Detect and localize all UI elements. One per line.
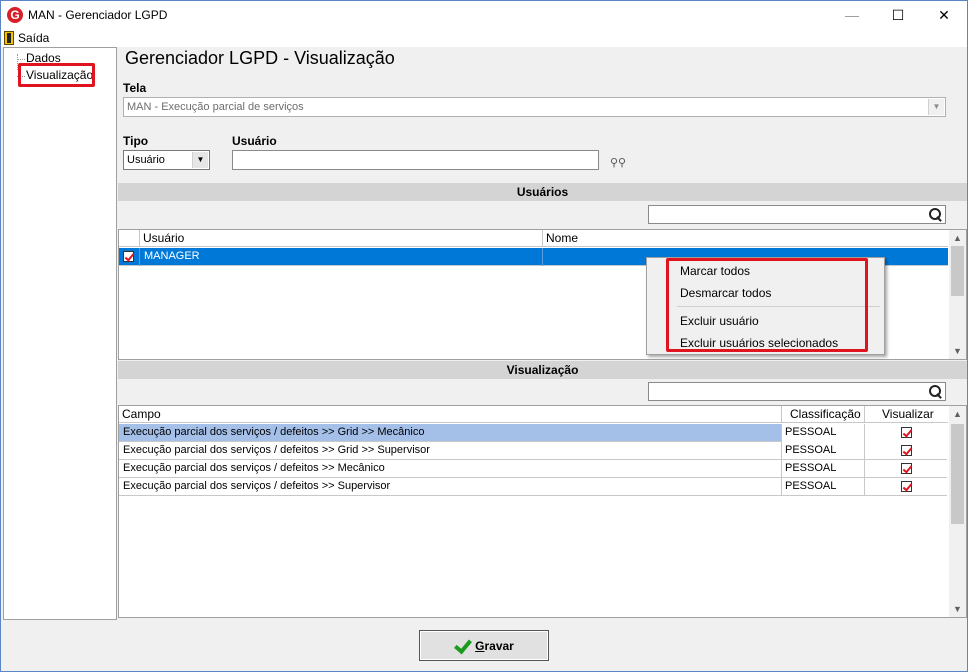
tree-connector — [17, 59, 25, 60]
tipo-label: Tipo — [123, 134, 149, 148]
checkbox-checked-icon[interactable] — [901, 463, 912, 474]
minimize-button[interactable]: — — [829, 1, 875, 29]
exit-door-icon — [4, 31, 14, 45]
tipo-select[interactable]: Usuário ▼ — [123, 150, 210, 170]
scroll-thumb[interactable] — [951, 246, 964, 296]
table-row[interactable]: Execução parcial dos serviços / defeitos… — [119, 478, 947, 496]
view-grid: Campo Classificação Visualizar Execução … — [118, 405, 967, 618]
window-title: MAN - Gerenciador LGPD — [28, 8, 168, 22]
campo-cell[interactable]: Execução parcial dos serviços / defeitos… — [119, 424, 782, 442]
visualizar-cell[interactable] — [865, 460, 947, 478]
annotation-highlight — [18, 63, 95, 87]
tela-select[interactable]: MAN - Execução parcial de serviços ▼ — [123, 97, 946, 117]
users-vertical-scrollbar[interactable]: ▲ ▼ — [949, 230, 966, 359]
scroll-down-icon[interactable]: ▼ — [949, 602, 966, 616]
column-header-nome[interactable]: Nome — [543, 230, 948, 247]
classificacao-cell[interactable]: PESSOAL — [782, 460, 865, 478]
tipo-select-value: Usuário — [127, 154, 165, 166]
checkbox-checked-icon[interactable] — [123, 251, 134, 262]
scroll-thumb[interactable] — [951, 424, 964, 524]
users-search-input[interactable] — [648, 205, 946, 224]
visualizar-cell[interactable] — [865, 424, 947, 442]
check-icon — [454, 639, 470, 653]
exit-menu-label: Saída — [18, 31, 50, 45]
page-title: Gerenciador LGPD - Visualização — [125, 48, 395, 68]
tela-label: Tela — [123, 81, 147, 95]
column-header-campo[interactable]: Campo — [119, 406, 782, 423]
chevron-down-icon[interactable]: ▼ — [928, 99, 944, 115]
checkbox-checked-icon[interactable] — [901, 445, 912, 456]
column-header-visualizar[interactable]: Visualizar — [865, 406, 948, 423]
scroll-up-icon[interactable]: ▲ — [949, 407, 966, 421]
campo-cell[interactable]: Execução parcial dos serviços / defeitos… — [119, 460, 782, 478]
title-bar: G MAN - Gerenciador LGPD — ☐ ✕ — [1, 1, 967, 29]
row-check-cell[interactable] — [119, 248, 140, 266]
maximize-button[interactable]: ☐ — [875, 1, 921, 29]
usuario-cell[interactable]: MANAGER — [140, 248, 543, 266]
scroll-down-icon[interactable]: ▼ — [949, 344, 966, 358]
view-vertical-scrollbar[interactable]: ▲ ▼ — [949, 406, 966, 617]
column-header-usuario[interactable]: Usuário — [140, 230, 543, 247]
view-section-header: Visualização — [118, 361, 967, 379]
table-row[interactable]: Execução parcial dos serviços / defeitos… — [119, 460, 947, 478]
checkbox-checked-icon[interactable] — [901, 481, 912, 492]
users-section-header: Usuários — [118, 183, 967, 201]
menu-bar: Saída — [1, 29, 967, 47]
checkbox-checked-icon[interactable] — [901, 427, 912, 438]
visualizar-cell[interactable] — [865, 442, 947, 460]
view-grid-header: Campo Classificação Visualizar — [119, 406, 948, 423]
context-menu: Marcar todos Desmarcar todos Excluir usu… — [646, 257, 885, 355]
users-grid-header: Usuário Nome — [119, 230, 948, 247]
classificacao-cell[interactable]: PESSOAL — [782, 442, 865, 460]
classificacao-cell[interactable]: PESSOAL — [782, 424, 865, 442]
close-button[interactable]: ✕ — [921, 1, 967, 29]
search-icon[interactable] — [929, 208, 941, 220]
scroll-up-icon[interactable]: ▲ — [949, 231, 966, 245]
main-window: G MAN - Gerenciador LGPD — ☐ ✕ Saída Dad… — [0, 0, 968, 672]
save-button-label: Gravar — [475, 638, 514, 653]
navigation-tree: Dados Visualização — [3, 47, 117, 620]
search-icon[interactable] — [929, 385, 941, 397]
usuario-input[interactable] — [232, 150, 599, 170]
column-header-check[interactable] — [119, 230, 140, 247]
app-logo-icon: G — [7, 7, 23, 23]
binoculars-search-icon[interactable]: ⚲⚲ — [610, 156, 626, 169]
view-search-input[interactable] — [648, 382, 946, 401]
column-header-classificacao[interactable]: Classificação — [782, 406, 865, 423]
table-row[interactable]: Execução parcial dos serviços / defeitos… — [119, 424, 947, 442]
classificacao-cell[interactable]: PESSOAL — [782, 478, 865, 496]
chevron-down-icon[interactable]: ▼ — [192, 152, 208, 168]
campo-cell[interactable]: Execução parcial dos serviços / defeitos… — [119, 478, 782, 496]
table-row[interactable]: Execução parcial dos serviços / defeitos… — [119, 442, 947, 460]
usuario-label: Usuário — [232, 134, 277, 148]
tela-select-value: MAN - Execução parcial de serviços — [127, 101, 304, 113]
visualizar-cell[interactable] — [865, 478, 947, 496]
exit-menu-item[interactable]: Saída — [4, 30, 49, 46]
annotation-highlight — [666, 258, 868, 352]
save-button[interactable]: Gravar — [419, 630, 549, 661]
campo-cell[interactable]: Execução parcial dos serviços / defeitos… — [119, 442, 782, 460]
